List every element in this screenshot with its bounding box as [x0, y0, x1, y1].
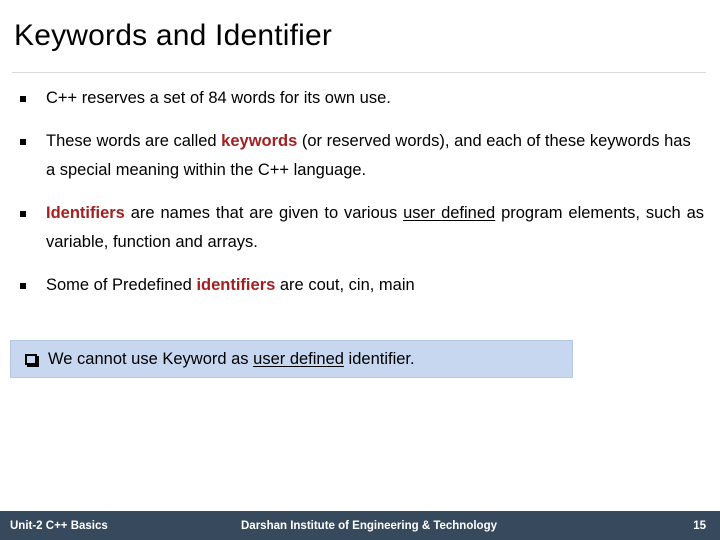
- callout-box: We cannot use Keyword as user defined id…: [10, 340, 573, 378]
- list-item: Identifiers are names that are given to …: [14, 199, 704, 257]
- slide-canvas: Keywords and Identifier C++ reserves a s…: [0, 0, 720, 540]
- list-item: C++ reserves a set of 84 words for its o…: [14, 84, 704, 113]
- callout-text: We cannot use Keyword as user defined id…: [48, 350, 415, 369]
- text-run: We cannot use Keyword as: [48, 349, 254, 368]
- square-bullet-icon: [20, 127, 26, 156]
- footer-page-number: 15: [693, 519, 706, 532]
- footer-institute-label: Darshan Institute of Engineering & Techn…: [241, 519, 497, 532]
- square-bullet-icon: [20, 271, 26, 300]
- footer-bar: Unit-2 C++ Basics Darshan Institute of E…: [0, 511, 720, 540]
- callout-content: We cannot use Keyword as user defined id…: [25, 341, 564, 377]
- title-divider: [12, 72, 706, 73]
- list-item-text: These words are called keywords (or rese…: [46, 127, 704, 185]
- text-run: identifier.: [343, 349, 415, 368]
- list-item-text: Identifiers are names that are given to …: [46, 199, 704, 257]
- underlined-run: defined: [441, 204, 496, 222]
- list-item-text: Some of Predefined identifiers are cout,…: [46, 271, 704, 300]
- hollow-square-bullet-icon: [25, 353, 37, 365]
- text-run: Some of Predefined: [46, 276, 197, 294]
- text-run: These words are called: [46, 132, 222, 150]
- underlined-run: user: [403, 204, 442, 222]
- text-run: are cout, cin, main: [275, 276, 415, 294]
- list-item: These words are called keywords (or rese…: [14, 127, 704, 185]
- identifier-emphasis: Identifiers: [46, 204, 125, 222]
- text-run: are names that are given to various: [124, 204, 404, 222]
- list-item-text: C++ reserves a set of 84 words for its o…: [46, 84, 704, 113]
- list-item: Some of Predefined identifiers are cout,…: [14, 271, 704, 300]
- identifier-emphasis: identifiers: [196, 276, 276, 294]
- page-title: Keywords and Identifier: [14, 19, 333, 52]
- underlined-run: user defined: [253, 349, 344, 368]
- bullet-list: C++ reserves a set of 84 words for its o…: [14, 84, 704, 314]
- text-run: C++ reserves a set of 84 words for its o…: [46, 89, 391, 107]
- square-bullet-icon: [20, 84, 26, 113]
- square-bullet-icon: [20, 199, 26, 228]
- keyword-emphasis: keywords: [221, 132, 298, 150]
